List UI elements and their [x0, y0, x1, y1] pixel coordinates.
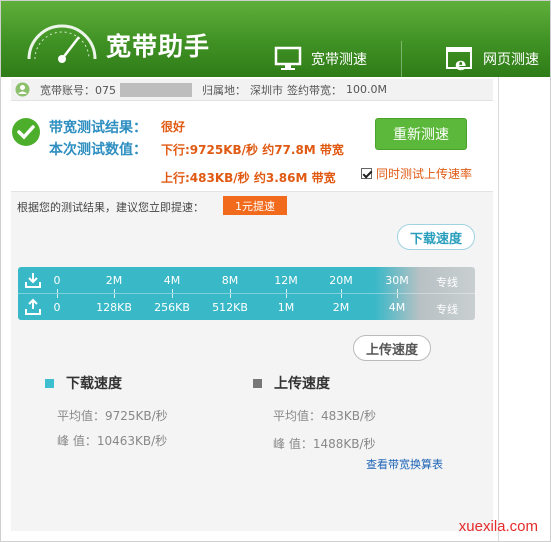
upload-scale-row: 0 128KB 256KB 512KB 1M 2M 4M 专线: [18, 294, 475, 320]
download-scale-tick-label: 2M: [105, 274, 123, 287]
advice-text: 根据您的测试结果，建议您立即提速：: [17, 201, 204, 214]
ie-browser-icon: e: [446, 47, 472, 73]
tab-web-speedtest[interactable]: e 网页测速: [445, 41, 539, 77]
account-number-masked: [120, 82, 192, 97]
download-scale-tick-label: 专线: [436, 276, 458, 289]
check-circle-icon: [12, 118, 40, 146]
upload-scale-tick-mark: [230, 294, 231, 298]
bandwidth-label: 签约带宽：: [287, 83, 342, 97]
checkbox-checked-icon[interactable]: [361, 168, 372, 179]
speed-panel: 根据您的测试结果，建议您立即提速： 1元提速 下载速度 0 2M 4M 8M 12M 20…: [11, 191, 493, 531]
download-scale-tick-label: 12M: [274, 274, 298, 287]
account-info-bar: 宽带账号：075 归属地： 深圳市 签约带宽： 100.0M: [11, 79, 493, 101]
upload-scale-tick-mark: [341, 294, 342, 298]
upload-peak: 峰 值：1488KB/秒: [273, 437, 376, 451]
upload-average: 平均值：483KB/秒: [273, 409, 377, 423]
upload-scale-tick-label: 专线: [436, 303, 458, 316]
upload-scale-tick-mark: [114, 294, 115, 298]
result-value: 很好: [161, 120, 186, 134]
upload-result: 上行:483KB/秒 约3.86M 带宽: [161, 171, 336, 185]
download-legend: 下载速度: [45, 373, 122, 393]
monitor-icon: [274, 46, 302, 70]
app-window: 宽带助手 宽带测速 e 网页测速 宽带账号：075 归属地： 深圳市 签约带宽：…: [0, 0, 551, 542]
bandwidth-value: 100.0M: [346, 83, 387, 96]
download-scale-row: 0 2M 4M 8M 12M 20M 30M 专线: [18, 267, 475, 293]
retest-button[interactable]: 重新测速: [375, 118, 467, 150]
location-label: 归属地：: [202, 83, 246, 97]
tab-broadband-speedtest[interactable]: 宽带测速: [273, 41, 367, 77]
upload-icon: [25, 298, 41, 315]
upload-test-checkbox[interactable]: 同时测试上传速率: [361, 165, 472, 182]
download-legend-label: 下载速度: [66, 376, 122, 392]
bandwidth-conversion-link[interactable]: 查看带宽换算表: [366, 456, 443, 472]
upload-scale-tick-mark: [57, 294, 58, 298]
svg-text:e: e: [455, 54, 466, 73]
speed-scale-bar: 0 2M 4M 8M 12M 20M 30M 专线 0 128KB 256KB 512KB 1M 2M 4…: [18, 267, 475, 320]
upload-scale-tick-label: 512KB: [212, 301, 248, 314]
upload-scale-tick-label: 256KB: [154, 301, 190, 314]
upload-legend-label: 上传速度: [274, 376, 330, 392]
download-color-swatch: [45, 378, 54, 388]
download-scale-tick-label: 30M: [385, 274, 409, 287]
nav-divider: [401, 41, 402, 77]
watermark: xuexila.com: [458, 518, 538, 535]
upload-scale-tick-mark: [172, 294, 173, 298]
upload-legend: 上传速度: [253, 373, 330, 393]
speedometer-icon: [27, 24, 97, 63]
upload-scale-tick-mark: [397, 294, 398, 298]
frame-border: [498, 77, 499, 541]
values-label: 本次测试数值：: [49, 142, 147, 158]
test-result-section: 带宽测试结果： 本次测试数值： 很好 下行:9725KB/秒 约77.8M 带宽…: [11, 105, 493, 189]
download-icon: [25, 273, 41, 288]
result-label: 带宽测试结果：: [49, 120, 147, 136]
location-value: 深圳市: [250, 83, 283, 97]
download-scale-tick-label: 4M: [163, 274, 181, 287]
upload-scale-tick-label: 1M: [277, 301, 295, 314]
download-result: 下行:9725KB/秒 约77.8M 带宽: [161, 143, 344, 157]
upload-speed-callout: 上传速度: [353, 335, 432, 361]
checkbox-label: 同时测试上传速率: [376, 167, 473, 181]
upload-scale-tick-label: 128KB: [96, 301, 132, 314]
app-title: 宽带助手: [106, 32, 211, 61]
download-scale-tick-label: 20M: [329, 274, 353, 287]
download-scale-tick-label: 8M: [221, 274, 239, 287]
header-bar: 宽带助手 宽带测速 e 网页测速: [1, 1, 550, 77]
upload-scale-tick-label: 4M: [388, 301, 406, 314]
tab-label: 宽带测速: [311, 52, 367, 68]
speedup-button[interactable]: 1元提速: [223, 196, 287, 215]
tab-label: 网页测速: [483, 52, 539, 68]
user-icon: [15, 82, 30, 97]
download-scale-tick-label: 0: [53, 274, 61, 287]
upload-color-swatch: [253, 378, 262, 388]
account-number-label: 宽带账号：075: [40, 83, 116, 97]
download-speed-callout: 下载速度: [397, 224, 476, 250]
upload-scale-tick-label: 0: [53, 301, 61, 314]
upload-scale-tick-mark: [286, 294, 287, 298]
download-average: 平均值：9725KB/秒: [57, 409, 168, 423]
download-peak: 峰 值：10463KB/秒: [57, 434, 168, 448]
upload-scale-tick-label: 2M: [332, 301, 350, 314]
